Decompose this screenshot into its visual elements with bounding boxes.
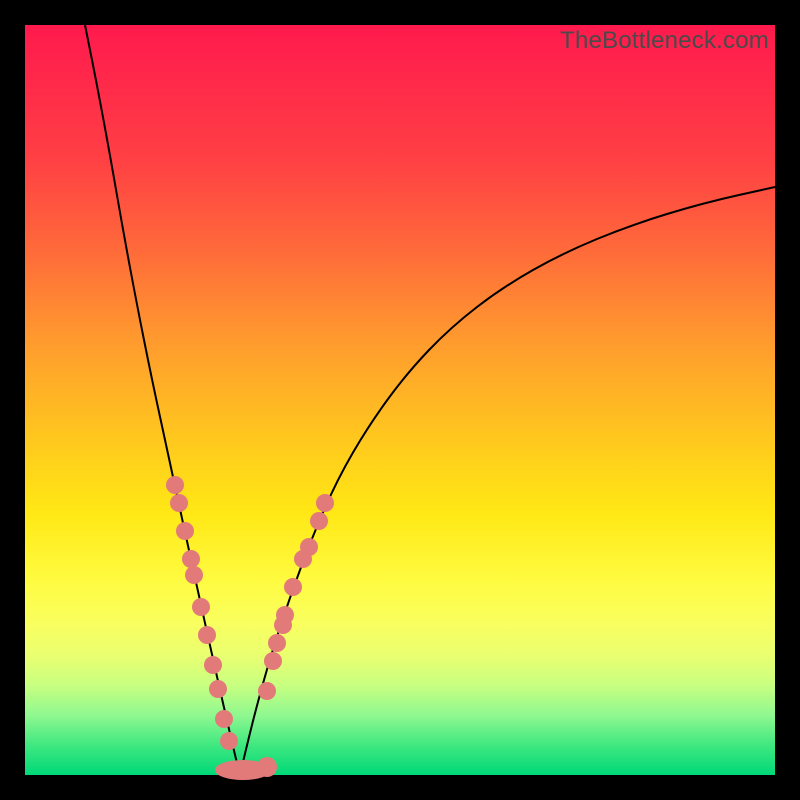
data-dot [264, 652, 282, 670]
data-dot [274, 616, 292, 634]
data-dot [192, 598, 210, 616]
data-dot [204, 656, 222, 674]
data-dot [220, 732, 238, 750]
dots-left [166, 476, 238, 750]
data-dot [209, 680, 227, 698]
data-dot [185, 566, 203, 584]
data-dot [166, 476, 184, 494]
chart-frame: TheBottleneck.com [25, 25, 775, 775]
data-dot [215, 710, 233, 728]
data-dot [268, 634, 286, 652]
dots-right [258, 494, 334, 700]
right-curve [240, 187, 775, 775]
data-dot [300, 538, 318, 556]
data-dot [176, 522, 194, 540]
data-dot [310, 512, 328, 530]
chart-svg [25, 25, 775, 775]
data-dot [284, 578, 302, 596]
data-dot [316, 494, 334, 512]
data-dot [182, 550, 200, 568]
vertex-blob-end [257, 757, 277, 777]
data-dot [198, 626, 216, 644]
data-dot [170, 494, 188, 512]
data-dot [258, 682, 276, 700]
